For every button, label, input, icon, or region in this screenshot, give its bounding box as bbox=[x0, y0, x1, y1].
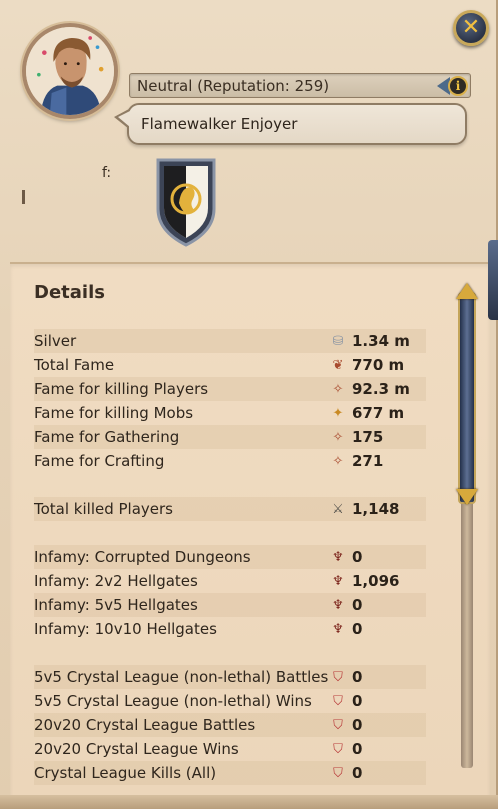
row-label: Crystal League Kills (All) bbox=[34, 764, 217, 782]
row-label: Fame for killing Mobs bbox=[34, 404, 194, 422]
row-label: 20v20 Crystal League Battles bbox=[34, 716, 256, 734]
row-value: 677 m bbox=[352, 404, 405, 422]
row-value: 0 bbox=[352, 764, 363, 782]
infamy-icon: ♆ bbox=[332, 573, 344, 589]
row-value: 0 bbox=[352, 548, 363, 566]
row-label: Infamy: 2v2 Hellgates bbox=[34, 572, 198, 590]
crystal-league-icon: ⛉ bbox=[333, 717, 343, 733]
detail-row-infamy-2v2: Infamy: 2v2 Hellgates ♆ 1,096 bbox=[34, 569, 426, 593]
row-value: 0 bbox=[352, 716, 363, 734]
row-label: Infamy: Corrupted Dungeons bbox=[34, 548, 251, 566]
row-value: 0 bbox=[352, 596, 363, 614]
player-title-bubble[interactable]: Flamewalker Enjoyer bbox=[114, 103, 467, 145]
row-value: 175 bbox=[352, 428, 384, 446]
row-label: Silver bbox=[34, 332, 77, 350]
detail-row-cl-20v20-battles: 20v20 Crystal League Battles ⛉ 0 bbox=[34, 713, 426, 737]
infamy-icon: ♆ bbox=[332, 549, 344, 565]
silver-icon: ⛁ bbox=[332, 333, 344, 349]
details-scrollbar[interactable] bbox=[452, 276, 482, 781]
scroll-up-icon[interactable] bbox=[455, 280, 479, 302]
row-value: 0 bbox=[352, 620, 363, 638]
row-label: 5v5 Crystal League (non-lethal) Battles bbox=[34, 668, 329, 686]
crystal-league-icon: ⛉ bbox=[333, 693, 343, 709]
row-value: 770 m bbox=[352, 356, 405, 374]
player-title: Flamewalker Enjoyer bbox=[141, 115, 298, 133]
detail-row-silver: Silver ⛁ 1.34 m bbox=[34, 329, 426, 353]
details-section: Details Silver ⛁ 1.34 m Total Fame ❦ 770 m… bbox=[10, 262, 490, 809]
row-value: 0 bbox=[352, 692, 363, 710]
infamy-icon: ♆ bbox=[332, 597, 344, 613]
row-value: 0 bbox=[352, 668, 363, 686]
reputation-text: Neutral (Reputation: 259) bbox=[137, 77, 330, 95]
detail-row-gathering-fame: Fame for Gathering ✧ 175 bbox=[34, 425, 426, 449]
row-value: 0 bbox=[352, 740, 363, 758]
pvp-fame-icon: ✧ bbox=[332, 381, 344, 397]
detail-row-infamy-corrupted: Infamy: Corrupted Dungeons ♆ 0 bbox=[34, 545, 426, 569]
row-label: Fame for Crafting bbox=[34, 452, 165, 470]
row-label: Fame for killing Players bbox=[34, 380, 209, 398]
row-value: 271 bbox=[352, 452, 384, 470]
row-value: 1,096 bbox=[352, 572, 400, 590]
reputation-bar: Neutral (Reputation: 259) i bbox=[129, 73, 471, 98]
detail-row-killed-players: Total killed Players ⚔ 1,148 bbox=[34, 497, 426, 521]
detail-row-total-fame: Total Fame ❦ 770 m bbox=[34, 353, 426, 377]
detail-row-cl-5v5-wins: 5v5 Crystal League (non-lethal) Wins ⛉ 0 bbox=[34, 689, 426, 713]
row-label: Fame for Gathering bbox=[34, 428, 180, 446]
detail-row-infamy-10v10: Infamy: 10v10 Hellgates ♆ 0 bbox=[34, 617, 426, 641]
row-value: 1.34 m bbox=[352, 332, 410, 350]
swords-icon: ⚔ bbox=[332, 501, 344, 517]
guild-name-redacted bbox=[22, 190, 25, 204]
row-label: 5v5 Crystal League (non-lethal) Wins bbox=[34, 692, 312, 710]
row-label: Total killed Players bbox=[34, 500, 173, 518]
row-label: Infamy: 10v10 Hellgates bbox=[34, 620, 217, 638]
detail-row-crafting-fame: Fame for Crafting ✧ 271 bbox=[34, 449, 426, 473]
crafting-fame-icon: ✧ bbox=[332, 453, 344, 469]
row-value: 1,148 bbox=[352, 500, 400, 518]
crystal-league-icon: ⛉ bbox=[333, 669, 343, 685]
row-label: 20v20 Crystal League Wins bbox=[34, 740, 239, 758]
character-portrait bbox=[26, 27, 114, 115]
panel-edge-ornament bbox=[488, 240, 498, 320]
detail-row-cl-5v5-battles: 5v5 Crystal League (non-lethal) Battles … bbox=[34, 665, 426, 689]
fame-icon: ❦ bbox=[332, 357, 344, 373]
scroll-thumb[interactable] bbox=[458, 292, 476, 504]
close-icon[interactable]: ✕ bbox=[453, 10, 489, 46]
detail-row-pve-fame: Fame for killing Mobs ✦ 677 m bbox=[34, 401, 426, 425]
guild-label: f: bbox=[102, 165, 112, 181]
info-circle-icon: i bbox=[448, 76, 468, 96]
row-label: Total Fame bbox=[34, 356, 115, 374]
detail-row-pvp-fame: Fame for killing Players ✧ 92.3 m bbox=[34, 377, 426, 401]
details-title: Details bbox=[34, 282, 105, 303]
detail-row-cl-kills: Crystal League Kills (All) ⛉ 0 bbox=[34, 761, 426, 785]
detail-row-cl-20v20-wins: 20v20 Crystal League Wins ⛉ 0 bbox=[34, 737, 426, 761]
info-icon[interactable]: i bbox=[430, 75, 468, 97]
crystal-league-icon: ⛉ bbox=[333, 765, 343, 781]
infamy-icon: ♆ bbox=[332, 621, 344, 637]
pve-fame-icon: ✦ bbox=[332, 405, 344, 421]
gathering-fame-icon: ✧ bbox=[332, 429, 344, 445]
avatar bbox=[22, 23, 118, 119]
scroll-down-icon[interactable] bbox=[455, 486, 479, 508]
guild-shield-icon[interactable] bbox=[155, 157, 217, 247]
detail-row-infamy-5v5: Infamy: 5v5 Hellgates ♆ 0 bbox=[34, 593, 426, 617]
row-value: 92.3 m bbox=[352, 380, 410, 398]
character-profile-panel: ✕ Neutral (Reputation: 259) i Flamewalke… bbox=[0, 0, 498, 809]
row-label: Infamy: 5v5 Hellgates bbox=[34, 596, 198, 614]
crystal-league-icon: ⛉ bbox=[333, 741, 343, 757]
